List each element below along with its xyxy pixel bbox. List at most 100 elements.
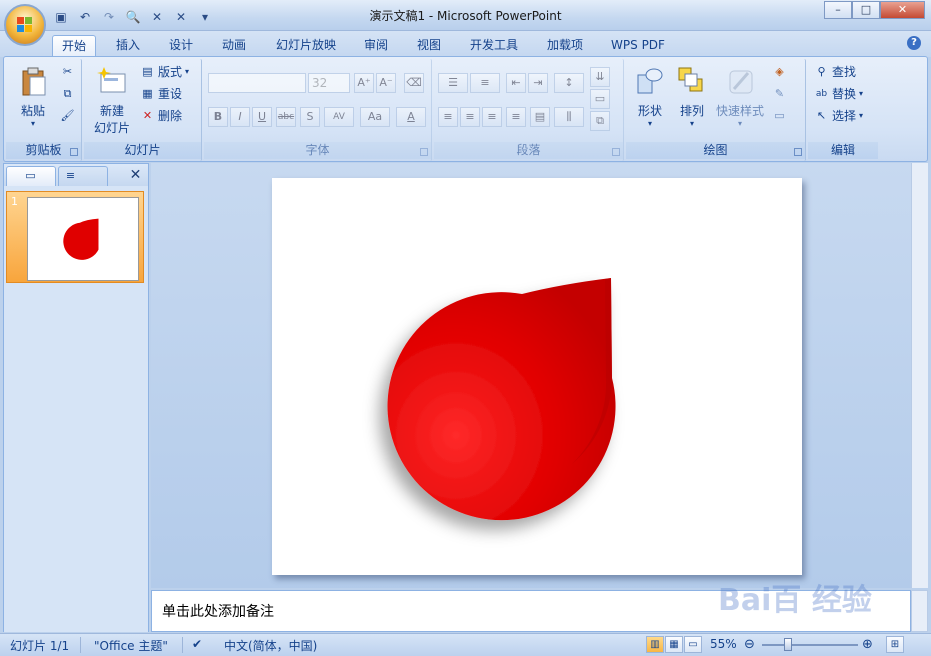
slides-pane: ▭ ≡ ✕ 1	[3, 163, 149, 632]
arrange-button[interactable]: 排列 ▾	[672, 65, 712, 128]
paste-button[interactable]: 粘贴 ▾	[10, 65, 56, 128]
justify-icon[interactable]: ≡	[506, 107, 526, 127]
layout-button[interactable]: ▤ 版式 ▾	[140, 63, 189, 81]
zoom-out-icon[interactable]: ⊖	[744, 637, 755, 652]
arrange-label: 排列	[679, 104, 704, 118]
tab-insert[interactable]: 插入	[107, 35, 149, 57]
zoom-level[interactable]: 55%	[710, 637, 737, 651]
slides-group-label: 幻灯片	[84, 142, 201, 159]
shape-outline-icon[interactable]: ✎	[772, 87, 787, 101]
bold-button[interactable]: B	[208, 107, 228, 127]
tab-slideshow[interactable]: 幻灯片放映	[268, 35, 344, 57]
dialog-launcher-icon[interactable]	[794, 148, 802, 156]
shadow-button[interactable]: S	[300, 107, 320, 127]
delete-label: 删除	[158, 109, 183, 123]
font-name-field[interactable]	[208, 73, 306, 93]
tab-developer[interactable]: 开发工具	[462, 35, 526, 57]
text-direction-icon[interactable]: ⇊	[590, 67, 610, 87]
replace-button[interactable]: ab 替换 ▾	[814, 85, 863, 103]
slide-number: 1	[11, 195, 18, 208]
align-left-icon[interactable]: ≡	[438, 107, 458, 127]
tab-addins[interactable]: 加载项	[538, 35, 592, 57]
minimize-button[interactable]: –	[824, 1, 852, 19]
title-bar: ▣ ↶ ↷ 🔍 ✕ ✕ ▾ 演示文稿1 - Microsoft PowerPoi…	[0, 0, 931, 31]
reset-button[interactable]: ▦ 重设	[140, 85, 182, 103]
help-icon[interactable]: ?	[907, 36, 921, 50]
quick-styles-button[interactable]: 快速样式 ▾	[714, 65, 766, 128]
spelling-check-icon[interactable]: ✔	[192, 637, 202, 651]
align-text-icon[interactable]: ▭	[590, 89, 610, 109]
tab-animations[interactable]: 动画	[213, 35, 255, 57]
font-size-field[interactable]: 32	[308, 73, 350, 93]
office-button[interactable]	[4, 4, 46, 46]
italic-button[interactable]: I	[230, 107, 250, 127]
tab-view[interactable]: 视图	[408, 35, 450, 57]
shrink-font-icon[interactable]: A⁻	[376, 73, 396, 93]
tab-slides-thumbnails[interactable]: ▭	[6, 166, 56, 186]
normal-view-icon[interactable]: ▥	[646, 636, 664, 653]
find-button[interactable]: ⚲ 查找	[814, 63, 856, 81]
underline-button[interactable]: U	[252, 107, 272, 127]
strikethrough-button[interactable]: abc	[276, 107, 296, 127]
clear-format-icon[interactable]: ⌫	[404, 73, 424, 93]
zoom-slider-handle[interactable]	[784, 638, 792, 651]
align-center-icon[interactable]: ≡	[460, 107, 480, 127]
language[interactable]: 中文(简体，中国)	[224, 637, 317, 654]
slide-sorter-icon[interactable]: ▦	[665, 636, 683, 653]
change-case-button[interactable]: Aa	[360, 107, 390, 127]
tab-home[interactable]: 开始	[52, 35, 96, 57]
vertical-scrollbar[interactable]	[911, 163, 928, 588]
group-drawing: 形状 ▾ 排列 ▾ 快速样式 ▾ ◈ ✎ ▭ 绘图	[626, 59, 806, 161]
slide-canvas[interactable]	[272, 178, 802, 575]
increase-indent-icon[interactable]: ⇥	[528, 73, 548, 93]
zoom-slider[interactable]	[762, 644, 858, 646]
dialog-launcher-icon[interactable]	[420, 148, 428, 156]
pane-tabs: ▭ ≡ ✕	[4, 164, 148, 186]
cursor-icon: ↖	[816, 109, 827, 122]
drawing-group-label: 绘图	[626, 142, 805, 159]
tab-wps-pdf[interactable]: WPS PDF	[604, 35, 672, 57]
grow-font-icon[interactable]: A⁺	[354, 73, 374, 93]
char-spacing-button[interactable]: AV	[324, 107, 354, 127]
delete-button[interactable]: ✕ 删除	[140, 107, 182, 125]
maximize-button[interactable]: □	[852, 1, 880, 19]
align-right-icon[interactable]: ≡	[482, 107, 502, 127]
zoom-in-icon[interactable]: ⊕	[862, 637, 873, 652]
fit-to-window-icon[interactable]: ⊞	[886, 636, 904, 653]
notes-scrollbar[interactable]	[911, 590, 928, 632]
columns-icon[interactable]: ⫼	[554, 107, 584, 127]
tab-design[interactable]: 设计	[160, 35, 202, 57]
new-slide-label-1: 新建	[99, 104, 124, 118]
bullets-icon[interactable]: ☰	[438, 73, 468, 93]
smartart-icon[interactable]: ⧉	[590, 111, 610, 131]
slide-thumbnail[interactable]: 1	[6, 191, 144, 283]
decrease-indent-icon[interactable]: ⇤	[506, 73, 526, 93]
shapes-button[interactable]: 形状 ▾	[630, 65, 670, 128]
close-window-button[interactable]: ✕	[880, 1, 925, 19]
shape-fill-icon[interactable]: ◈	[772, 65, 787, 79]
dialog-launcher-icon[interactable]	[612, 148, 620, 156]
find-label: 查找	[832, 65, 857, 79]
new-slide-button[interactable]: 新建 幻灯片	[86, 65, 138, 136]
font-color-button[interactable]: A	[396, 107, 426, 127]
tab-outline[interactable]: ≡	[58, 166, 108, 186]
select-button[interactable]: ↖ 选择 ▾	[814, 107, 863, 125]
ribbon-tabs: 开始 插入 设计 动画 幻灯片放映 审阅 视图 开发工具 加载项 WPS PDF	[0, 31, 931, 57]
shape-effects-icon[interactable]: ▭	[772, 109, 787, 123]
numbering-icon[interactable]: ≡	[470, 73, 500, 93]
tab-review[interactable]: 审阅	[355, 35, 397, 57]
format-painter-icon[interactable]: 🖌	[60, 109, 75, 123]
slideshow-view-icon[interactable]: ▭	[684, 636, 702, 653]
distribute-icon[interactable]: ▤	[530, 107, 550, 127]
group-slides: 新建 幻灯片 ▤ 版式 ▾ ▦ 重设 ✕ 删除 幻灯片	[84, 59, 202, 161]
theme-name[interactable]: "Office 主题"	[94, 637, 168, 654]
quick-styles-icon	[729, 70, 753, 94]
line-spacing-icon[interactable]: ↕	[554, 73, 584, 93]
copy-icon[interactable]: ⧉	[60, 87, 75, 101]
cut-icon[interactable]: ✂	[60, 65, 75, 79]
watermark-logo: Bai百 经验	[718, 583, 872, 618]
teardrop-shape[interactable]	[272, 178, 802, 575]
dialog-launcher-icon[interactable]	[70, 148, 78, 156]
close-pane-icon[interactable]: ✕	[128, 168, 143, 182]
window-controls: – □ ✕	[824, 1, 925, 19]
